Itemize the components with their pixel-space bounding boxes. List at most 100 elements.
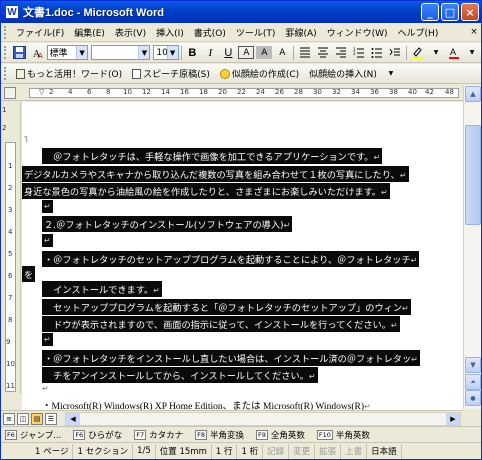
menu-help[interactable]: ヘルプ(H) [393,26,444,39]
style-select[interactable]: 標準 ▼ [46,45,89,60]
normal-view-icon[interactable]: ≡ [3,412,15,425]
ruler-label: 10 [123,88,132,96]
char-scale-button[interactable]: A [274,45,290,61]
ime-key-hankaku-eisu[interactable]: F10 半角英数 [313,429,370,441]
menu-file[interactable]: ファイル(F) [11,26,69,39]
close-button[interactable]: × [461,3,479,21]
web-view-icon[interactable]: ◫ [17,412,29,425]
separator [406,45,407,60]
font-size-select[interactable]: 10.5 ▼ [153,45,179,60]
toolbar-grip[interactable] [4,67,8,80]
align-justify-icon[interactable] [297,45,313,61]
highlight-icon[interactable] [410,45,426,61]
menu-edit[interactable]: 編集(E) [69,26,110,39]
document-page[interactable]: ┐ ＠フォトレタッチは、手軽な操作で画像を加工できるアプリケーションです。↵ デ… [22,102,463,394]
scroll-up-icon[interactable]: ▲ [465,86,481,102]
ime-key-katakana[interactable]: F7 カタカナ [130,429,183,441]
status-ext[interactable]: 拡張 [315,443,342,459]
italic-button[interactable]: I [202,45,218,61]
align-center-icon[interactable] [315,45,331,61]
char-border-button[interactable]: A [238,46,255,59]
menu-insert[interactable]: 挿入(I) [151,26,189,39]
horizontal-ruler[interactable]: ▽ 2 4 6 8 10 12 14 16 18 20 22 24 26 28 … [1,85,481,101]
speech-draft-button[interactable]: スピーチ原稿(S) [128,66,214,82]
doc-line-1[interactable]: ＠フォトレタッチは、手軽な操作で画像を加工できるアプリケーションです。↵ [42,148,383,164]
portrait-create-button[interactable]: 似顔絵の作成(C) [216,66,303,82]
scroll-thumb[interactable] [465,125,481,225]
bullets-icon[interactable] [369,45,385,61]
status-language[interactable]: 日本語 [367,443,402,459]
vertical-ruler[interactable]: 1 2 1 2 3 4 5 6 7 8 9 10 11 [1,102,21,394]
toolbar-options-icon[interactable]: ▼ [383,66,399,82]
title-bar[interactable]: W 文書1.doc - Microsoft Word _ □ × [1,1,481,23]
browse-object-icon[interactable]: ● [465,390,481,406]
scroll-right-icon[interactable]: ▶ [446,413,460,425]
ime-key-hiragana[interactable]: F6 ひらがな [69,429,122,441]
status-section[interactable]: 1 セクション [73,443,134,459]
status-pages[interactable]: 1/5 [133,443,156,459]
indent-icon[interactable] [387,45,403,61]
font-select[interactable]: ▼ [91,45,151,60]
menu-format[interactable]: 書式(O) [189,26,231,39]
doc-line-15[interactable]: ↵ [42,383,49,394]
ime-key-zenkaku-eisu[interactable]: F9 全角英数 [252,429,305,441]
align-right-icon[interactable] [333,45,349,61]
menu-window[interactable]: ウィンドウ(W) [322,26,393,39]
doc-line-13[interactable]: ・＠フォトレタッチをインストールし直したい場合は、インストール済の＠フォトレタッ… [42,350,420,366]
numbering-icon[interactable]: 12 [351,45,367,61]
status-rec[interactable]: 記録 [263,443,290,459]
doc-line-10[interactable]: セットアッププログラムを起動すると「＠フォトレタッチのセットアップ」のウィン↵ [42,299,411,315]
status-trk[interactable]: 変更 [289,443,316,459]
ruler-indent-marker[interactable]: ▽ [39,88,44,96]
toolbar-grip[interactable] [4,46,8,59]
portrait-insert-button[interactable]: 似顔絵の挿入(N) [305,66,381,82]
scroll-left-icon[interactable]: ◀ [66,413,80,425]
document-page-bottom[interactable]: ・Microsoft(R) Windows(R) XP Home Edition… [22,394,463,412]
save-icon[interactable] [12,45,28,61]
underline-button[interactable]: U [220,45,236,61]
outline-view-icon[interactable]: ☰ [45,412,57,425]
status-page[interactable]: 1 ページ [1,443,74,459]
minimize-button[interactable]: _ [421,3,439,21]
doc-line-6[interactable]: ↵ [42,234,53,247]
ime-key-hankaku[interactable]: F8 半角変換 [191,429,244,441]
menu-grip[interactable] [4,25,8,39]
maximize-button[interactable]: □ [441,3,459,21]
vertical-ruler-strip[interactable] [5,142,16,392]
doc-line-2[interactable]: デジタルカメラやスキャナから取り込んだ複数の写真を組み合わせて１枚の写真にしたり… [22,166,409,182]
menu-table[interactable]: 罫線(A) [280,26,321,39]
vertical-scrollbar[interactable]: ▲ ▼ ⏶ ● [463,85,481,409]
doc-close-icon[interactable]: × [467,26,481,38]
font-color-icon[interactable]: A [446,45,462,61]
horizontal-scrollbar[interactable]: ◀ ▶ [65,412,461,426]
bold-button[interactable]: B [184,45,200,61]
paragraph-mark: ↵ [410,256,418,265]
doc-line-3[interactable]: 身近な景色の写真から油絵風の絵を作成したりと、さまざまにお楽しみいただけます。↵ [22,183,390,199]
char-shading-button[interactable]: A [256,46,273,59]
ruler-label: 14 [161,88,170,96]
doc-line-11[interactable]: ドウが表示されますので、画面の指示に従って、インストールを行ってください。↵ [42,316,400,332]
doc-line-12[interactable]: ↵ [42,333,53,346]
status-ovr[interactable]: 上書 [341,443,368,459]
doc-line-4[interactable]: ↵ [42,200,53,213]
status-column[interactable]: 1 桁 [237,443,264,459]
menu-view[interactable]: 表示(V) [110,26,151,39]
menu-tools[interactable]: ツール(T) [231,26,281,39]
doc-line-14[interactable]: チをアンインストールしてから、インストールしてください。↵ [42,367,318,383]
status-position[interactable]: 位置 15mm [156,443,212,459]
doc-line-5[interactable]: ２.＠フォトレタッチのインストール(ソフトウェアの導入)↵ [42,216,293,232]
ruler-label: 7 [8,294,13,302]
chevron-down-icon[interactable]: ▼ [464,45,480,61]
print-view-icon[interactable]: ▤ [31,412,43,425]
scroll-down-icon[interactable]: ▼ [465,357,481,373]
doc-line-7[interactable]: ・＠フォトレタッチのセットアッププログラムを起動することにより、＠フォトレタッチ… [42,251,420,267]
prev-page-icon[interactable]: ⏶ [465,374,481,390]
motto-katsuyo-button[interactable]: もっと活用！ワード(O) [12,66,126,82]
doc-line-9[interactable]: インストールできます。↵ [42,281,162,297]
chevron-down-icon[interactable]: ▼ [428,45,444,61]
status-line[interactable]: 1 行 [212,443,238,459]
word-app-icon[interactable]: W [5,5,19,19]
tab-selector[interactable] [4,87,16,99]
ime-key-jump[interactable]: F6 ジャンプ... [1,429,61,441]
doc-line-8[interactable]: を [22,266,36,282]
